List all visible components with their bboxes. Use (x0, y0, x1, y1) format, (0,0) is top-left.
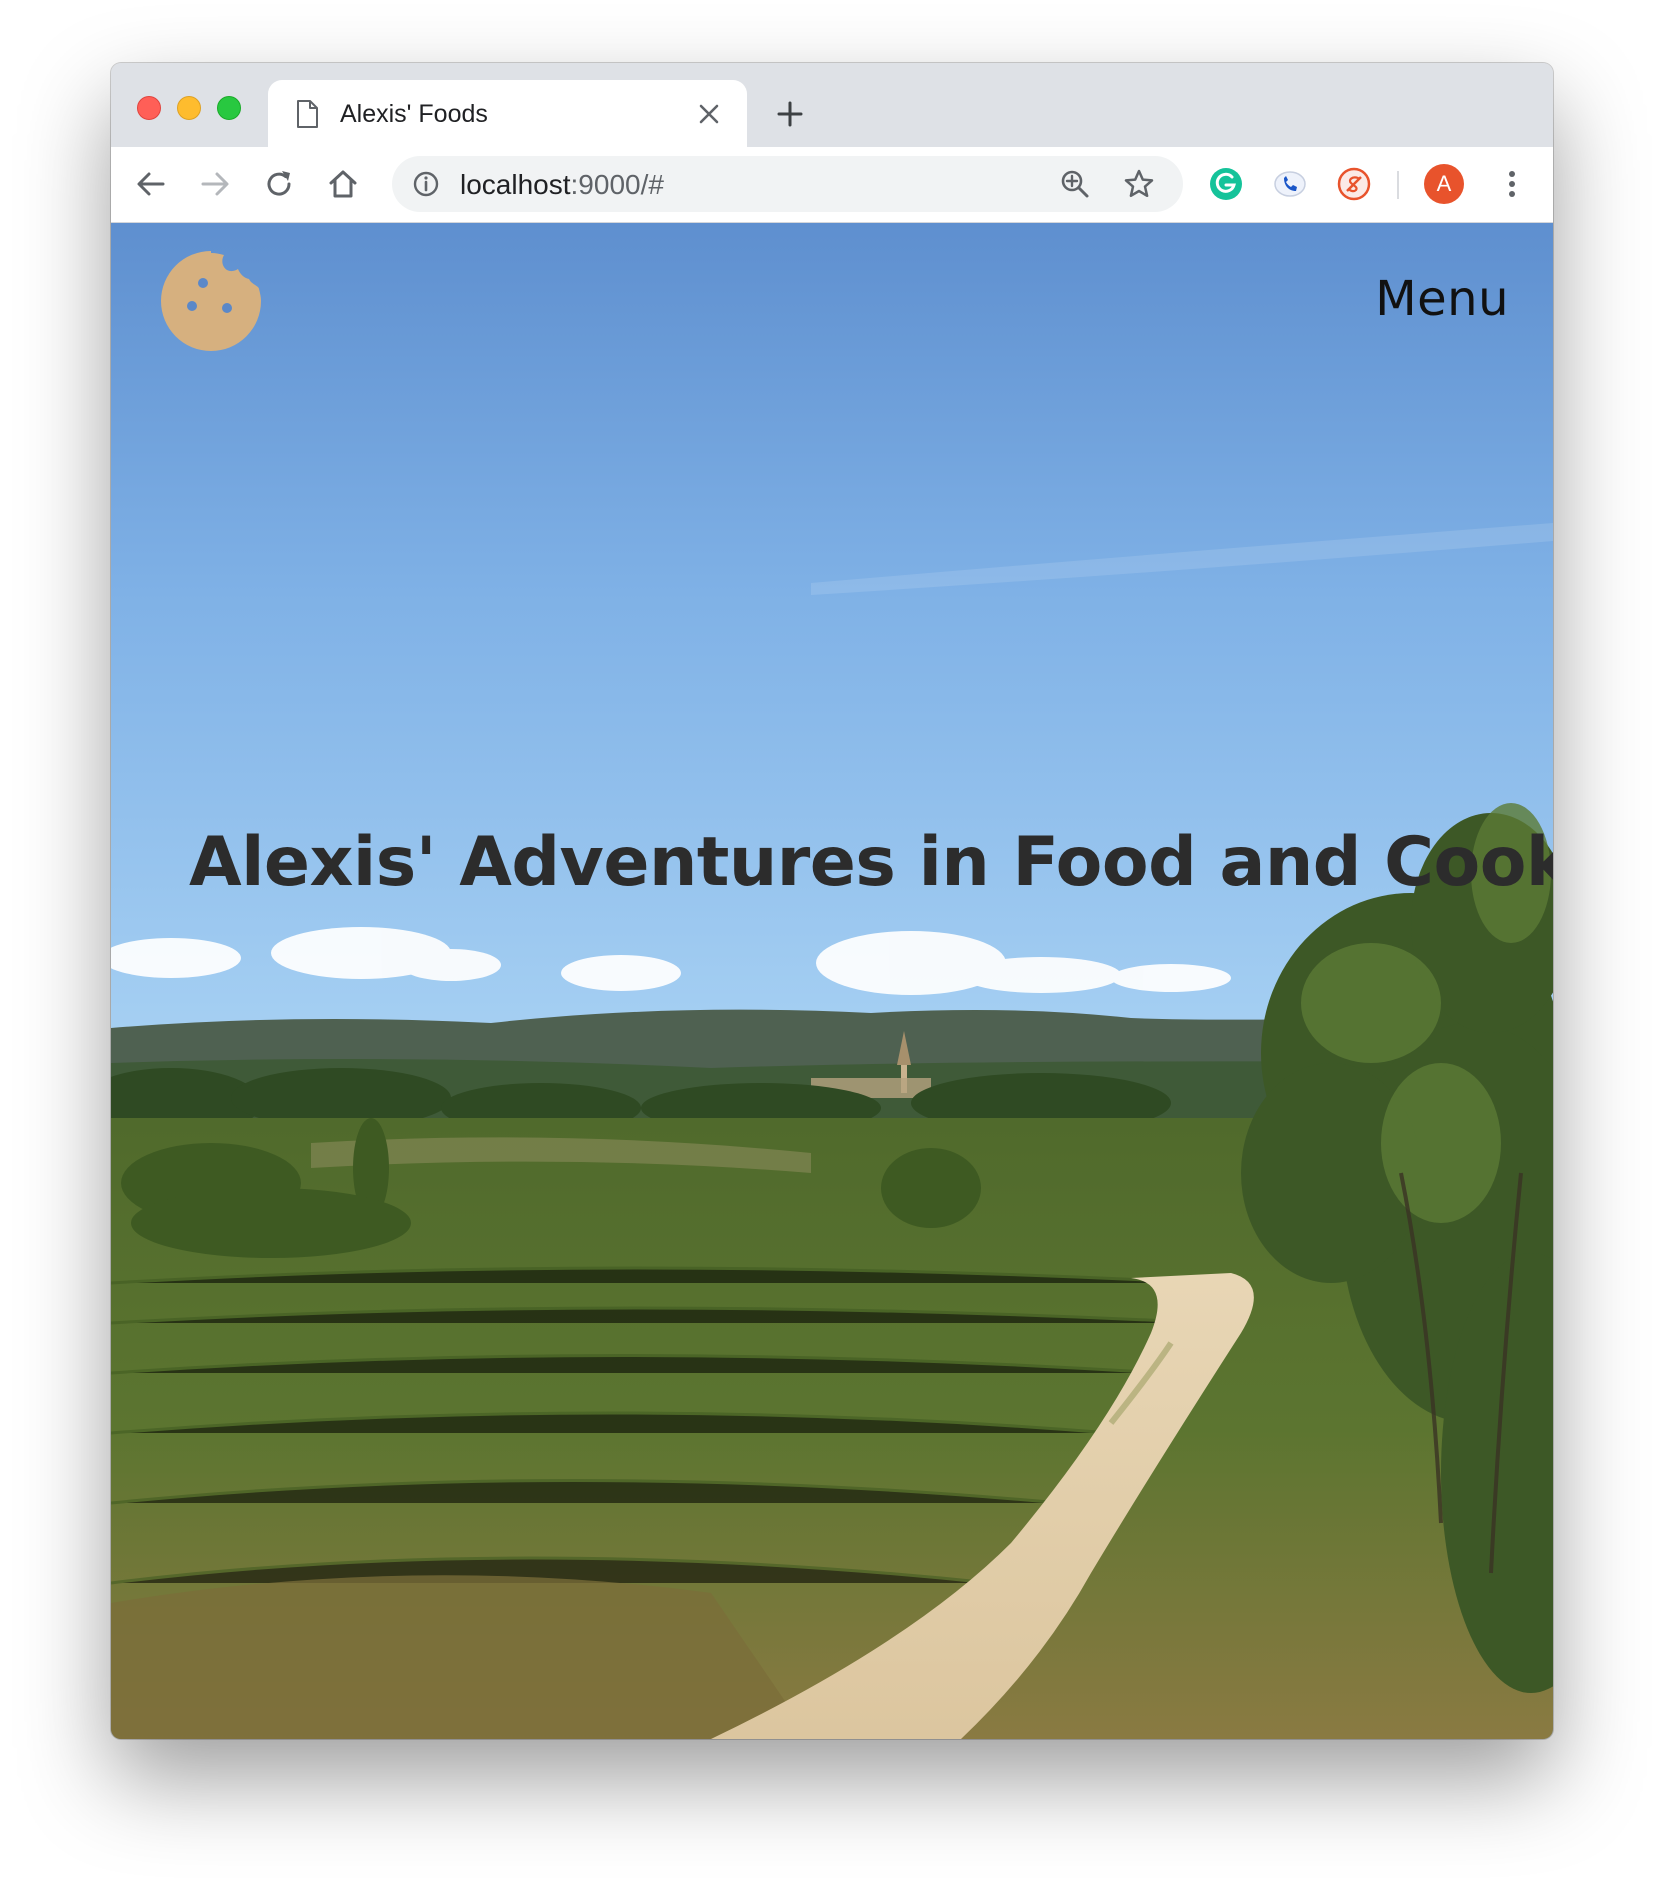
maximize-window-button[interactable] (217, 96, 241, 120)
close-icon[interactable] (698, 103, 720, 125)
url-text[interactable]: localhost:9000/# (460, 169, 664, 201)
reload-icon[interactable] (261, 166, 297, 202)
phone-extension-icon[interactable] (1272, 166, 1308, 202)
more-vert-icon[interactable] (1504, 166, 1520, 202)
arrow-right-icon[interactable] (197, 166, 233, 202)
shield-extension-icon[interactable] (1336, 166, 1372, 202)
star-icon[interactable] (1123, 168, 1155, 200)
zoom-icon[interactable] (1060, 169, 1090, 199)
minimize-window-button[interactable] (177, 96, 201, 120)
tab-active[interactable]: Alexis' Foods (268, 80, 747, 147)
hero-background-image (111, 223, 1553, 1739)
address-bar[interactable]: localhost:9000/# (392, 156, 1183, 212)
close-window-button[interactable] (137, 96, 161, 120)
document-icon (297, 100, 318, 128)
plus-icon[interactable] (776, 100, 804, 128)
menu-link[interactable]: Menu (1375, 271, 1509, 327)
info-icon[interactable] (412, 170, 440, 198)
page-viewport: Menu Alexis' Adventures in Food and Cook… (111, 223, 1553, 1739)
tab-title: Alexis' Foods (340, 100, 488, 128)
url-path: :9000/# (570, 169, 664, 200)
home-icon[interactable] (325, 166, 361, 202)
toolbar-divider (1397, 171, 1399, 199)
tab-strip: Alexis' Foods (111, 63, 1553, 147)
profile-avatar[interactable]: A (1424, 164, 1464, 204)
url-host: localhost (460, 169, 571, 200)
arrow-left-icon[interactable] (133, 166, 169, 202)
browser-toolbar: localhost:9000/# A (111, 147, 1553, 223)
browser-window: Alexis' Foods localhost:9000/# A Menu Al… (111, 63, 1553, 1739)
cookie-icon[interactable] (161, 251, 261, 351)
grammarly-extension-icon[interactable] (1208, 166, 1244, 202)
hero-title: Alexis' Adventures in Food and Cooking (189, 823, 1553, 902)
